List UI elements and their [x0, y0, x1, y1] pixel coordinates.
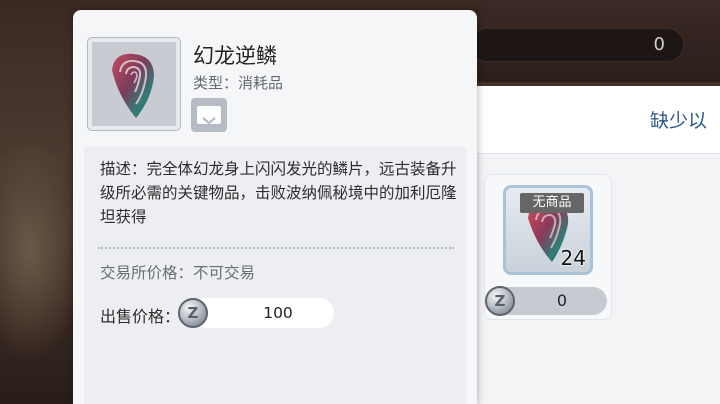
item-slot[interactable]: 无商品 24: [503, 185, 593, 275]
sell-price-value: 100: [263, 304, 293, 322]
card-price: Z 0: [485, 286, 607, 316]
share-to-chat-button[interactable]: [191, 98, 227, 132]
currency-value: 0: [653, 34, 665, 55]
exchange-price: 交易所价格：不可交易: [100, 264, 256, 282]
item-title: 幻龙逆鳞: [193, 44, 277, 68]
no-goods-tag: 无商品: [520, 193, 584, 213]
item-count: 24: [560, 246, 586, 270]
dragon-scale-icon: [112, 53, 154, 118]
card-price-value: 0: [556, 291, 568, 310]
item-card[interactable]: 无商品 24 Z 0: [484, 174, 612, 320]
item-description: 描述：完全体幻龙身上闪闪发光的鳞片，远古装备升级所必需的关键物品，击败波纳佩秘境…: [100, 160, 457, 226]
sell-price-label: 出售价格：: [100, 307, 181, 326]
shop-panel-header: 缺少以: [470, 86, 720, 154]
item-details: 描述：完全体幻龙身上闪闪发光的鳞片，远古装备升级所必需的关键物品，击败波纳佩秘境…: [84, 147, 466, 404]
item-type: 类型：消耗品: [193, 74, 284, 92]
currency-display: 0: [470, 28, 684, 62]
chat-bubble-icon: [197, 106, 221, 125]
missing-materials-label: 缺少以: [650, 110, 708, 132]
sell-price: Z 100: [178, 298, 334, 328]
divider: [98, 247, 454, 249]
item-icon-frame: [88, 38, 180, 130]
item-tooltip: 幻龙逆鳞 类型：消耗品 描述：完全体幻龙身上闪闪发光的鳞片，远古装备升级所必需的…: [73, 10, 477, 404]
